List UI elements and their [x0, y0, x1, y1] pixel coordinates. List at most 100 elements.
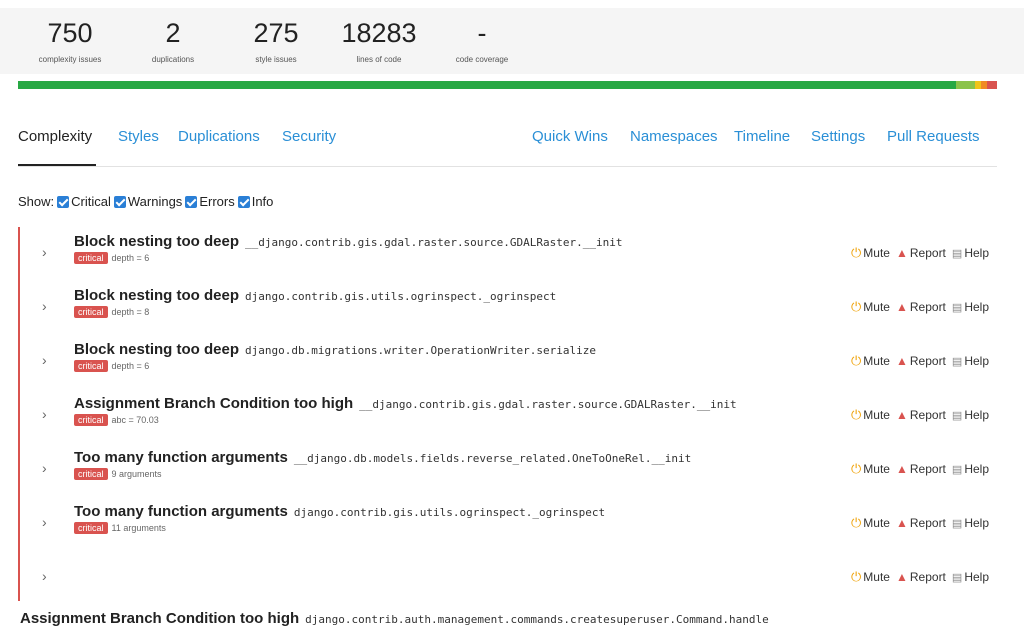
- issue-actions: ⏻ Mute ▲ Report ▤ Help: [845, 353, 989, 369]
- chevron-right-icon[interactable]: ›: [42, 244, 47, 260]
- help-label: Help: [964, 408, 989, 422]
- filter-option-info[interactable]: Info: [252, 194, 274, 209]
- issue-title-line: Block nesting too deep django.contrib.gis…: [74, 287, 556, 304]
- stat-label: complexity issues: [38, 55, 102, 64]
- report-button[interactable]: ▲ Report: [896, 354, 946, 368]
- issue-title: Block nesting too deep: [74, 233, 240, 250]
- stat-coverage[interactable]: - code coverage: [422, 8, 542, 64]
- checkbox-errors[interactable]: [185, 195, 198, 208]
- chevron-right-icon[interactable]: ›: [42, 352, 47, 368]
- issue-title-line: Assignment Branch Condition too high __dj…: [74, 395, 737, 412]
- severity-filter: Show: Critical Warnings Errors Info: [18, 194, 273, 209]
- severity-badge: critical: [74, 468, 108, 480]
- mute-button[interactable]: ⏻ Mute: [851, 353, 890, 369]
- chevron-right-icon[interactable]: ›: [42, 568, 47, 584]
- issue-title: Too many function arguments: [74, 503, 288, 520]
- issue-row[interactable]: › Assignment Branch Condition too high __…: [18, 389, 999, 443]
- stat-value: -: [477, 18, 487, 48]
- tab-timeline[interactable]: Timeline: [734, 128, 790, 145]
- report-label: Report: [909, 408, 946, 422]
- report-button[interactable]: ▲ Report: [896, 570, 946, 584]
- issue-meta: critical depth = 6: [74, 252, 149, 264]
- checkbox-info[interactable]: [237, 195, 250, 208]
- chevron-right-icon[interactable]: ›: [42, 460, 47, 476]
- issue-meta: critical depth = 6: [74, 360, 149, 372]
- warning-icon: ▲: [895, 246, 908, 260]
- book-icon: ▤: [951, 463, 963, 476]
- stat-complexity[interactable]: 750 complexity issues: [10, 8, 130, 64]
- mute-button[interactable]: ⏻ Mute: [851, 569, 890, 585]
- filter-option-warnings[interactable]: Warnings: [128, 194, 182, 209]
- report-button[interactable]: ▲ Report: [896, 462, 946, 476]
- issue-actions: ⏻ Mute ▲ Report ▤ Help: [845, 299, 989, 315]
- issue-title-line: Assignment Branch Condition too high djan…: [20, 610, 769, 627]
- filter-option-critical[interactable]: Critical: [71, 194, 111, 209]
- issue-actions: ⏻ Mute ▲ Report ▤ Help: [845, 515, 989, 531]
- tab-pull-requests[interactable]: Pull Requests: [887, 128, 980, 145]
- help-label: Help: [964, 570, 989, 584]
- help-button[interactable]: ▤ Help: [952, 354, 989, 368]
- tab-quick-wins[interactable]: Quick Wins: [532, 128, 608, 145]
- issue-title: Too many function arguments: [74, 449, 288, 466]
- mute-button[interactable]: ⏻ Mute: [851, 515, 890, 531]
- tab-namespaces[interactable]: Namespaces: [630, 128, 718, 145]
- book-icon: ▤: [951, 571, 963, 584]
- mute-button[interactable]: ⏻ Mute: [851, 299, 890, 315]
- help-button[interactable]: ▤ Help: [952, 462, 989, 476]
- mute-button[interactable]: ⏻ Mute: [851, 461, 890, 477]
- issue-detail: depth = 6: [111, 253, 150, 263]
- stat-style[interactable]: 275 style issues: [216, 8, 336, 64]
- stat-duplications[interactable]: 2 duplications: [113, 8, 233, 64]
- tab-settings[interactable]: Settings: [811, 128, 865, 145]
- warning-icon: ▲: [895, 516, 908, 530]
- issue-detail: abc = 70.03: [111, 415, 159, 425]
- issue-detail: depth = 8: [111, 307, 150, 317]
- power-icon: ⏻: [851, 515, 862, 530]
- report-button[interactable]: ▲ Report: [896, 246, 946, 260]
- report-button[interactable]: ▲ Report: [896, 300, 946, 314]
- issue-location: __django.contrib.gis.gdal.raster.source.…: [359, 398, 737, 411]
- report-button[interactable]: ▲ Report: [896, 516, 946, 530]
- tab-complexity[interactable]: Complexity: [18, 128, 92, 145]
- issue-row[interactable]: › Too many function arguments django.cont…: [18, 497, 999, 551]
- book-icon: ▤: [951, 301, 963, 314]
- issue-row[interactable]: › Block nesting too deep django.db.migrat…: [18, 335, 999, 389]
- tab-duplications[interactable]: Duplications: [178, 128, 260, 145]
- issue-row[interactable]: › Block nesting too deep __django.contrib…: [18, 227, 999, 281]
- help-label: Help: [964, 354, 989, 368]
- book-icon: ▤: [951, 247, 963, 260]
- help-button[interactable]: ▤ Help: [952, 570, 989, 584]
- issue-row[interactable]: › ⏻ Mute ▲ Report ▤ Help: [18, 551, 999, 601]
- stat-label: lines of code: [356, 55, 402, 64]
- filter-option-errors[interactable]: Errors: [199, 194, 234, 209]
- issue-meta: critical 11 arguments: [74, 522, 166, 534]
- issue-title-line: Block nesting too deep __django.contrib.g…: [74, 233, 623, 250]
- help-button[interactable]: ▤ Help: [952, 516, 989, 530]
- chevron-right-icon[interactable]: ›: [42, 406, 47, 422]
- checkbox-warnings[interactable]: [113, 195, 126, 208]
- issue-location: __django.db.models.fields.reverse_relate…: [293, 452, 692, 465]
- tab-security[interactable]: Security: [282, 128, 336, 145]
- mute-label: Mute: [863, 570, 890, 584]
- mute-button[interactable]: ⏻ Mute: [851, 245, 890, 261]
- stat-lines[interactable]: 18283 lines of code: [319, 8, 439, 64]
- chevron-right-icon[interactable]: ›: [42, 298, 47, 314]
- mute-label: Mute: [863, 516, 890, 530]
- stat-label: style issues: [255, 55, 297, 64]
- issue-title: Block nesting too deep: [74, 287, 240, 304]
- chevron-right-icon[interactable]: ›: [42, 514, 47, 530]
- health-bar-segment: [955, 81, 976, 89]
- report-button[interactable]: ▲ Report: [896, 408, 946, 422]
- tab-styles[interactable]: Styles: [118, 128, 159, 145]
- mute-label: Mute: [863, 354, 890, 368]
- help-button[interactable]: ▤ Help: [952, 300, 989, 314]
- help-label: Help: [964, 462, 989, 476]
- help-button[interactable]: ▤ Help: [952, 408, 989, 422]
- health-bar-segment: [987, 81, 997, 89]
- help-button[interactable]: ▤ Help: [952, 246, 989, 260]
- issue-row[interactable]: › Too many function arguments __django.db…: [18, 443, 999, 497]
- mute-button[interactable]: ⏻ Mute: [851, 407, 890, 423]
- checkbox-critical[interactable]: [57, 195, 70, 208]
- issue-row[interactable]: › Block nesting too deep django.contrib.g…: [18, 281, 999, 335]
- issue-title: Assignment Branch Condition too high: [74, 395, 354, 412]
